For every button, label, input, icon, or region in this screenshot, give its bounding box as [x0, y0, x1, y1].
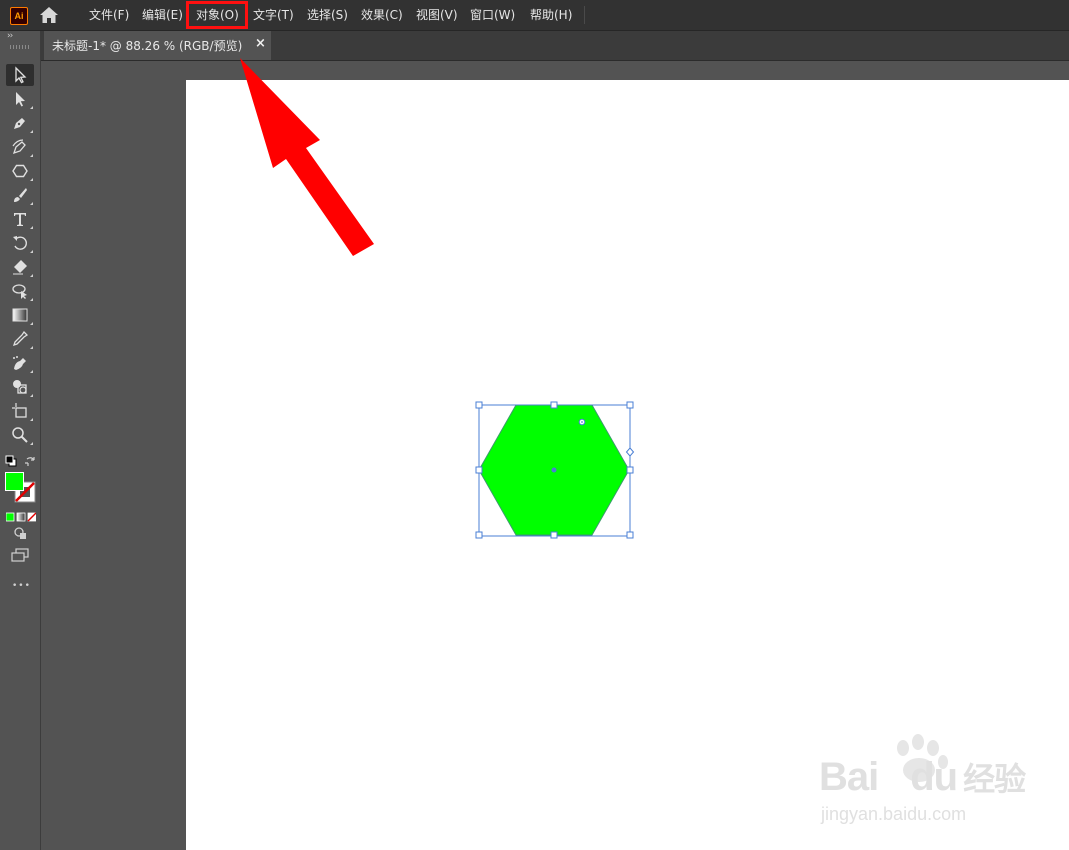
screen-mode-icon[interactable]: [11, 547, 29, 562]
eraser-icon: [13, 260, 27, 275]
more-tools-icon[interactable]: •••: [12, 581, 31, 591]
home-icon[interactable]: [38, 6, 60, 24]
swap-colors-icon[interactable]: [25, 452, 37, 466]
default-colors-icon[interactable]: [5, 452, 17, 467]
arrow-cursor-icon: [15, 66, 27, 84]
pen-nib-icon: [14, 118, 25, 129]
pen-tool[interactable]: [6, 112, 34, 134]
red-arrow-annotation: [236, 56, 386, 266]
hexagon-icon: [12, 164, 28, 178]
sides-widget-icon: [625, 447, 635, 457]
menu-effect[interactable]: 效果(C): [361, 6, 403, 24]
eraser-tool[interactable]: [6, 256, 34, 278]
eyedropper-tool[interactable]: [6, 328, 34, 350]
artboard-tool[interactable]: [6, 400, 34, 422]
polygon-tool[interactable]: [6, 160, 34, 182]
rotate-tool[interactable]: [6, 232, 34, 254]
color-mode-buttons[interactable]: [5, 507, 37, 522]
menu-type[interactable]: 文字(T): [253, 6, 294, 24]
watermark-brand-cn: 经验: [963, 761, 1026, 797]
brush-icon: [14, 188, 27, 202]
menu-select[interactable]: 选择(S): [307, 6, 348, 24]
handle-bottom-right: [626, 531, 634, 539]
magnifier-icon: [12, 427, 28, 443]
document-tab-bar: 未标题-1* @ 88.26 % (RGB/预览) ×: [41, 31, 1069, 61]
menu-window[interactable]: 窗口(W): [470, 6, 515, 24]
artboard-icon: [12, 403, 27, 418]
tools-panel: ›› •••: [0, 31, 41, 850]
collapse-panel-icon[interactable]: ››: [7, 31, 13, 41]
handle-middle-left: [475, 466, 483, 474]
menu-file[interactable]: 文件(F): [89, 6, 129, 24]
sprayer-icon: [13, 356, 26, 370]
filled-arrow-icon: [16, 92, 25, 107]
eyedropper-icon: [12, 330, 29, 347]
object-menu-highlight-box: [186, 1, 248, 29]
center-point-icon: [551, 467, 557, 473]
watermark-url: jingyan.baidu.com: [821, 804, 967, 824]
rotate-icon: [13, 236, 27, 250]
corner-widget-dot: [581, 421, 583, 423]
handle-top-right: [626, 401, 634, 409]
shape-builder-tool[interactable]: [6, 376, 34, 398]
menu-divider: [584, 6, 585, 24]
close-tab-icon[interactable]: ×: [255, 36, 266, 51]
menu-edit[interactable]: 编辑(E): [142, 6, 183, 24]
illustrator-logo: Ai: [10, 7, 28, 25]
panel-grip[interactable]: [10, 45, 30, 49]
handle-bottom-left: [475, 531, 483, 539]
shape-builder-icon: [13, 380, 27, 394]
gradient-tool[interactable]: [6, 304, 34, 326]
curvature-pen-icon: [12, 139, 26, 155]
type-tool[interactable]: [6, 208, 34, 230]
menu-view[interactable]: 视图(V): [416, 6, 458, 24]
gradient-icon: [12, 308, 28, 322]
watermark-brand-left: Bai: [819, 755, 879, 799]
selection-tool[interactable]: [6, 64, 34, 86]
watermark-brand-right: du: [910, 755, 958, 799]
handle-middle-right: [626, 466, 634, 474]
selected-hexagon-object[interactable]: [470, 398, 640, 544]
document-tab-title: 未标题-1* @ 88.26 % (RGB/预览): [52, 39, 243, 53]
lasso-pin-icon: [12, 284, 27, 299]
handle-bottom-center: [550, 531, 558, 539]
type-t-icon: [14, 213, 26, 226]
fill-swatch[interactable]: [5, 472, 24, 491]
handle-top-center: [550, 401, 558, 409]
direct-selection-tool[interactable]: [6, 88, 34, 110]
paintbrush-tool[interactable]: [6, 184, 34, 206]
symbol-sprayer-tool[interactable]: [6, 352, 34, 374]
puppet-warp-tool[interactable]: [6, 280, 34, 302]
menu-help[interactable]: 帮助(H): [530, 6, 572, 24]
zoom-tool[interactable]: [6, 424, 34, 446]
draw-mode-icon[interactable]: [13, 525, 27, 539]
handle-top-left: [475, 401, 483, 409]
curvature-tool[interactable]: [6, 136, 34, 158]
baidu-jingyan-watermark: Bai du 经验 jingyan.baidu.com: [815, 730, 1026, 830]
menu-bar: Ai 文件(F) 编辑(E) 对象(O) 文字(T) 选择(S) 效果(C) 视…: [0, 0, 1069, 31]
